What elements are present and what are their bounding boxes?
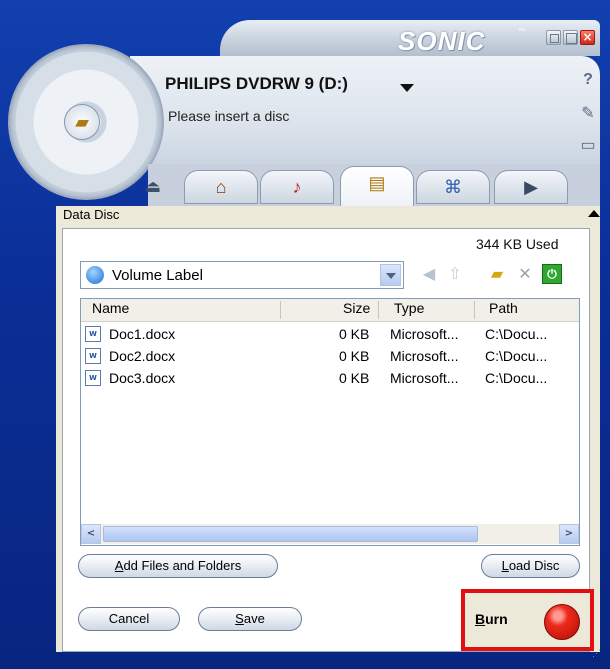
add-files-button[interactable]: Add Files and Folders (78, 554, 278, 578)
scroll-thumb[interactable] (103, 526, 478, 542)
data-disc-icon: ▤ (368, 173, 386, 193)
disc-folder-button[interactable]: ▰ (64, 104, 100, 140)
column-separator[interactable] (280, 301, 281, 319)
column-type[interactable]: Type (394, 300, 424, 316)
new-folder-icon[interactable]: ▰ (486, 264, 508, 286)
column-separator[interactable] (474, 301, 475, 319)
help-icon[interactable]: ? (578, 70, 598, 90)
chevron-down-icon[interactable] (400, 84, 414, 92)
resize-grip-icon[interactable]: ⋰ (592, 648, 604, 660)
save-mnemonic: S (235, 611, 244, 626)
column-path[interactable]: Path (489, 300, 518, 316)
table-row[interactable]: W Doc2.docx 0 KB Microsoft... C:\Docu... (81, 346, 579, 368)
burn-button[interactable] (544, 604, 580, 640)
volume-dropdown-button[interactable] (380, 264, 401, 286)
add-files-label: dd Files and Folders (123, 558, 242, 573)
load-disc-label: oad Disc (508, 558, 560, 573)
file-type: Microsoft... (390, 370, 459, 386)
word-document-icon: W (85, 348, 101, 364)
file-size: 0 KB (339, 348, 370, 364)
cancel-button[interactable]: Cancel (78, 607, 180, 631)
close-icon: × (582, 30, 593, 44)
tab-music[interactable]: ♪ (260, 170, 334, 204)
file-name: Doc3.docx (109, 370, 176, 386)
open-folder-icon[interactable]: ▭ (578, 136, 598, 156)
file-type: Microsoft... (390, 348, 459, 364)
tab-copy[interactable]: ⌘ (416, 170, 490, 204)
burn-label-rest: urn (485, 611, 508, 627)
file-path: C:\Docu... (485, 326, 548, 342)
column-name[interactable]: Name (92, 300, 129, 316)
burn-mnemonic: B (475, 611, 486, 627)
up-folder-icon[interactable]: ⇧ (444, 264, 466, 286)
disc-status: Please insert a disc (168, 108, 290, 124)
scroll-right-button[interactable]: > (559, 524, 579, 544)
burn-label: Burn (475, 611, 508, 627)
file-size: 0 KB (339, 326, 370, 342)
file-path: C:\Docu... (485, 370, 548, 386)
volume-label-value[interactable]: Volume Label (112, 267, 203, 284)
word-document-icon: W (85, 370, 101, 386)
table-row[interactable]: W Doc1.docx 0 KB Microsoft... C:\Docu... (81, 324, 579, 346)
file-name: Doc1.docx (109, 326, 176, 342)
column-separator[interactable] (378, 301, 379, 319)
video-icon: ▶ (524, 177, 538, 197)
panel-title: Data Disc (63, 207, 120, 222)
file-name: Doc2.docx (109, 348, 176, 364)
word-document-icon: W (85, 326, 101, 342)
back-icon[interactable]: ◀ (418, 264, 440, 286)
tab-home[interactable]: ⌂ (184, 170, 258, 204)
folder-icon: ▰ (75, 112, 89, 132)
wrench-icon[interactable]: ✎ (578, 104, 598, 124)
tab-video[interactable]: ▶ (494, 170, 568, 204)
home-icon: ⌂ (215, 177, 227, 197)
power-icon[interactable]: ⏻ (542, 264, 562, 284)
copy-icon: ⌘ (444, 177, 462, 197)
file-path: C:\Docu... (485, 348, 548, 364)
collapse-icon[interactable] (588, 210, 600, 217)
brand-trademark: ™ (518, 28, 525, 35)
minimize-button[interactable] (546, 30, 561, 45)
maximize-button[interactable] (563, 30, 578, 45)
column-size[interactable]: Size (343, 300, 370, 316)
table-row[interactable]: W Doc3.docx 0 KB Microsoft... C:\Docu... (81, 368, 579, 390)
save-button[interactable]: Save (198, 607, 302, 631)
drive-selector[interactable]: PHILIPS DVDRW 9 (D:) (165, 74, 348, 94)
file-size: 0 KB (339, 370, 370, 386)
brand-logo: SONIC (398, 26, 486, 56)
load-disc-button[interactable]: Load Disc (481, 554, 580, 578)
tab-data-disc[interactable]: ▤ (340, 166, 414, 206)
space-used: 344 KB Used (476, 236, 559, 252)
scroll-left-button[interactable]: < (81, 524, 101, 544)
delete-icon[interactable]: ✕ (514, 264, 536, 286)
close-button[interactable]: × (580, 30, 595, 45)
music-icon: ♪ (292, 177, 302, 197)
disc-icon (86, 266, 104, 284)
file-type: Microsoft... (390, 326, 459, 342)
eject-icon[interactable]: ⏏ (142, 176, 164, 198)
load-disc-mnemonic: L (501, 558, 509, 573)
save-label: ave (243, 611, 265, 626)
